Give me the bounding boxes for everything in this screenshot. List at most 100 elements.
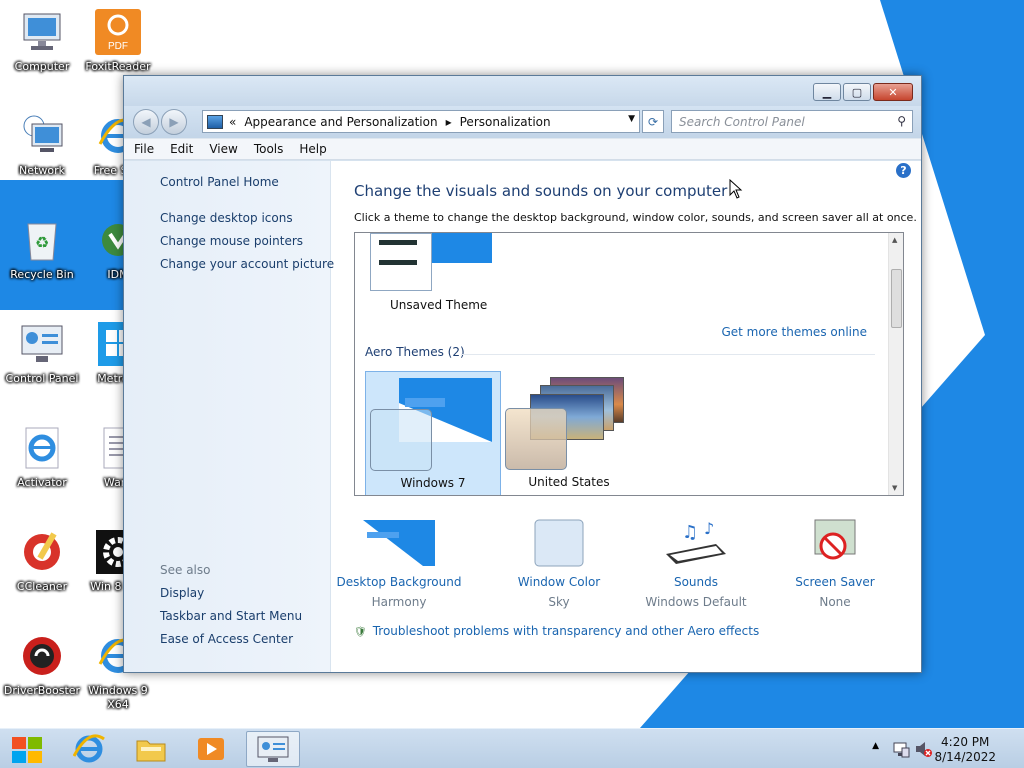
desktop-icon-control-panel[interactable]: Control Panel: [0, 320, 84, 385]
screen-saver-link[interactable]: Screen Saver: [770, 575, 900, 589]
svg-text:♪: ♪: [704, 519, 714, 538]
taskbar-file-explorer[interactable]: [124, 731, 178, 767]
page-title: Change the visuals and sounds on your co…: [354, 182, 728, 200]
sounds-setting[interactable]: ♫ ♪ Sounds Windows Default: [631, 518, 761, 609]
breadcrumb-appearance[interactable]: Appearance and Personalization: [244, 115, 437, 129]
show-hidden-icons-button[interactable]: ▲: [872, 741, 879, 751]
refresh-button[interactable]: ⟳: [642, 110, 664, 133]
desktop-icon-network[interactable]: Network: [0, 112, 84, 177]
driverbooster-icon: [18, 632, 66, 680]
taskbar-start-menu-link[interactable]: Taskbar and Start Menu: [160, 609, 302, 623]
unsaved-theme-label[interactable]: Unsaved Theme: [390, 298, 487, 312]
volume-muted-icon[interactable]: [914, 740, 932, 758]
main-pane: ? Change the visuals and sounds on your …: [331, 161, 921, 672]
window-content: Control Panel Home Change desktop icons …: [124, 161, 921, 672]
title-bar[interactable]: ▁ ▢ ✕: [124, 76, 921, 106]
taskbar-internet-explorer[interactable]: [62, 731, 116, 767]
window-color-swatch: [370, 409, 432, 471]
theme-list[interactable]: Unsaved Theme Get more themes online Aer…: [354, 232, 904, 496]
screen-saver-value: None: [819, 595, 851, 609]
see-also-heading: See also: [160, 563, 211, 577]
search-icon[interactable]: ⚲: [897, 114, 906, 128]
network-icon: [18, 112, 66, 160]
help-icon[interactable]: ?: [896, 163, 911, 178]
desktop-background-setting[interactable]: Desktop Background Harmony: [334, 518, 464, 609]
menu-file[interactable]: File: [134, 142, 154, 156]
sounds-value: Windows Default: [645, 595, 747, 609]
change-mouse-pointers-link[interactable]: Change mouse pointers: [160, 234, 303, 248]
window-color-swatch: [505, 408, 567, 470]
desktop-background-icon: [363, 518, 435, 568]
aero-themes-group-heading: Aero Themes (2): [365, 345, 465, 359]
window-color-value: Sky: [548, 595, 570, 609]
personalization-window: ▁ ▢ ✕ ◀ ▶ « Appearance and Personalizati…: [123, 75, 922, 673]
change-account-picture-link[interactable]: Change your account picture: [160, 257, 334, 271]
desktop-icon-label: FoxitReader: [85, 60, 151, 73]
search-input[interactable]: Search Control Panel ⚲: [671, 110, 913, 133]
taskbar-media-player[interactable]: [184, 731, 238, 767]
desktop-icon-recycle-bin[interactable]: ♻ Recycle Bin: [0, 216, 84, 281]
ie-icon: [18, 424, 66, 472]
sounds-link[interactable]: Sounds: [631, 575, 761, 589]
window-color-link[interactable]: Window Color: [494, 575, 624, 589]
forward-button[interactable]: ▶: [161, 109, 187, 135]
troubleshoot-label[interactable]: Troubleshoot problems with transparency …: [373, 624, 760, 638]
ccleaner-icon: [18, 528, 66, 576]
minimize-button[interactable]: ▁: [813, 83, 841, 101]
desktop-icon-foxitreader[interactable]: PDF FoxitReader: [76, 8, 160, 73]
screen-saver-setting[interactable]: Screen Saver None: [770, 518, 900, 609]
ease-of-access-link[interactable]: Ease of Access Center: [160, 632, 293, 646]
screen-saver-icon: [799, 518, 871, 568]
address-dropdown-icon[interactable]: ▼: [628, 114, 635, 124]
breadcrumb-personalization[interactable]: Personalization: [460, 115, 551, 129]
menu-help[interactable]: Help: [299, 142, 326, 156]
desktop-background-link[interactable]: Desktop Background: [334, 575, 464, 589]
window-color-setting[interactable]: Window Color Sky: [494, 518, 624, 609]
change-desktop-icons-link[interactable]: Change desktop icons: [160, 211, 293, 225]
scroll-up-icon[interactable]: ▲: [892, 236, 897, 244]
menu-view[interactable]: View: [209, 142, 237, 156]
sounds-icon: ♫ ♪: [660, 518, 732, 568]
address-bar[interactable]: « Appearance and Personalization ▸ Perso…: [202, 110, 640, 133]
media-player-icon: [198, 738, 224, 760]
breadcrumb-separator-icon[interactable]: ▸: [446, 115, 452, 129]
clock[interactable]: 4:20 PM 8/14/2022: [934, 735, 996, 765]
get-more-themes-link[interactable]: Get more themes online: [721, 325, 867, 339]
ie-icon: [73, 734, 105, 763]
clock-time: 4:20 PM: [941, 735, 990, 749]
control-panel-icon: [257, 736, 289, 762]
start-button[interactable]: [0, 731, 54, 767]
desktop-icon-label: CCleaner: [16, 580, 68, 593]
theme-windows-7[interactable]: Windows 7: [365, 371, 501, 495]
menu-tools[interactable]: Tools: [254, 142, 284, 156]
scrollbar-thumb[interactable]: [891, 269, 902, 328]
back-button[interactable]: ◀: [133, 109, 159, 135]
close-button[interactable]: ✕: [873, 83, 913, 101]
desktop-icon-activator[interactable]: Activator: [0, 424, 84, 489]
control-panel-home-link[interactable]: Control Panel Home: [160, 175, 279, 189]
desktop-icon-label: Control Panel: [5, 372, 79, 385]
theme-label: Windows 7: [400, 476, 466, 490]
window-color-icon: [523, 518, 595, 568]
network-tray-icon[interactable]: [892, 740, 910, 758]
clock-date: 8/14/2022: [934, 750, 996, 764]
control-panel-icon: [18, 320, 66, 368]
desktop-icon-ccleaner[interactable]: CCleaner: [0, 528, 84, 593]
menu-bar: File Edit View Tools Help: [124, 138, 921, 160]
svg-text:♻: ♻: [35, 233, 49, 252]
troubleshoot-link[interactable]: 🛡 Troubleshoot problems with transparency…: [354, 624, 759, 638]
display-link[interactable]: Display: [160, 586, 204, 600]
theme-united-states[interactable]: United States: [501, 371, 637, 495]
desktop-icon-computer[interactable]: Computer: [0, 8, 84, 73]
computer-icon: [18, 8, 66, 56]
breadcrumb-overflow[interactable]: «: [229, 115, 236, 129]
unsaved-theme-thumbnail[interactable]: [370, 233, 492, 291]
taskbar-control-panel[interactable]: [246, 731, 300, 767]
theme-settings-row: Desktop Background Harmony Window Color …: [331, 518, 921, 618]
menu-edit[interactable]: Edit: [170, 142, 193, 156]
scroll-down-icon[interactable]: ▼: [892, 484, 897, 492]
shield-icon: 🛡: [354, 627, 367, 638]
maximize-button[interactable]: ▢: [843, 83, 871, 101]
theme-list-scrollbar[interactable]: ▲ ▼: [888, 233, 903, 495]
desktop-icon-driverbooster[interactable]: DriverBooster: [0, 632, 84, 697]
